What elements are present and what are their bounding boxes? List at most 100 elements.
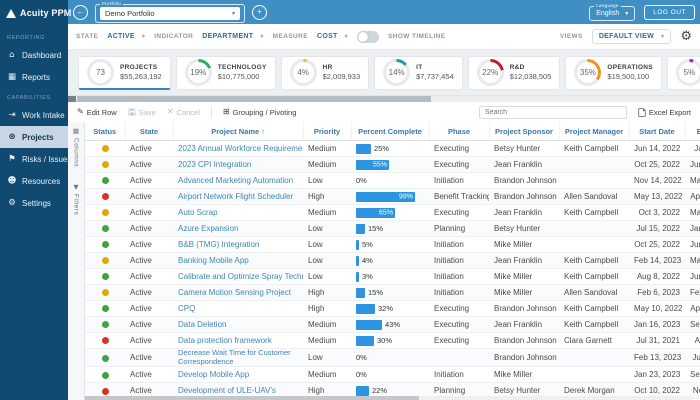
percent-complete-cell[interactable]: 3% — [351, 268, 429, 285]
add-portfolio-button[interactable]: + — [252, 4, 267, 20]
project-name-link[interactable]: CPQ — [173, 300, 303, 317]
start-date-cell[interactable]: Oct 25, 2022 — [629, 156, 685, 173]
project-sponsor-cell[interactable]: Betsy Hunter — [489, 220, 559, 237]
priority-cell[interactable]: Medium — [303, 316, 351, 333]
save-button[interactable]: Save — [128, 108, 156, 117]
state-cell[interactable]: Active — [125, 236, 173, 253]
state-cell[interactable]: Active — [125, 188, 173, 205]
status-cell[interactable] — [85, 332, 125, 349]
table-row[interactable]: Active Banking Mobile App Low 4% Initiation J… — [85, 252, 700, 269]
column-header-status[interactable]: Status — [85, 122, 126, 141]
measure-select[interactable]: COST ▾ — [317, 33, 348, 40]
project-name-link[interactable]: Calibrate and Optimize Spray Technology — [173, 268, 303, 285]
table-row[interactable]: Active Advanced Marketing Automation Low 0%… — [85, 172, 700, 189]
state-cell[interactable]: Active — [125, 284, 173, 301]
views-select[interactable]: DEFAULT VIEW ▾ — [591, 29, 672, 44]
end-date-cell[interactable]: Mar 31, 2023 — [685, 172, 700, 189]
project-manager-cell[interactable] — [559, 348, 629, 368]
project-manager-cell[interactable]: Clara Garnett — [559, 332, 629, 349]
project-name-link[interactable]: Data Deletion — [173, 316, 303, 333]
start-date-cell[interactable]: Jun 14, 2022 — [629, 140, 685, 157]
column-header-project-name[interactable]: Project Name ↑ — [173, 122, 304, 141]
percent-complete-cell[interactable]: 32% — [351, 300, 429, 317]
status-cell[interactable] — [85, 252, 125, 269]
start-date-cell[interactable]: Feb 14, 2023 — [629, 252, 685, 269]
table-row[interactable]: Active CPQ High 32% Executing Brandon Johnson… — [85, 300, 700, 317]
column-header-project-manager[interactable]: Project Manager — [559, 122, 630, 141]
project-manager-cell[interactable] — [559, 220, 629, 237]
state-cell[interactable]: Active — [125, 172, 173, 189]
kpi-card-operations[interactable]: 35% OPERATIONS $19,500,100 — [565, 55, 662, 90]
project-name-link[interactable]: Develop Mobile App — [173, 366, 303, 384]
project-name-link[interactable]: Airport Network Flight Scheduler — [173, 188, 303, 205]
phase-cell[interactable]: Executing — [429, 332, 489, 349]
status-cell[interactable] — [85, 236, 125, 253]
status-cell[interactable] — [85, 348, 125, 368]
phase-cell[interactable]: Initiation — [429, 172, 489, 189]
start-date-cell[interactable]: Jul 15, 2022 — [629, 220, 685, 237]
project-manager-cell[interactable] — [559, 236, 629, 253]
status-cell[interactable] — [85, 316, 125, 333]
column-header-priority[interactable]: Priority — [303, 122, 352, 141]
phase-cell[interactable]: Initiation — [429, 236, 489, 253]
priority-cell[interactable]: Medium — [303, 156, 351, 173]
project-name-link[interactable]: Decrease Wait Time for Customer Correspo… — [173, 348, 303, 368]
end-date-cell[interactable]: Apr 13, 2023 — [685, 188, 700, 205]
end-date-cell[interactable]: Jan 7, 2024 — [685, 140, 700, 157]
kpi-card-hr[interactable]: 4% HR $2,009,933 — [280, 55, 370, 90]
end-date-cell[interactable]: May 16, 2023 — [685, 252, 700, 269]
project-sponsor-cell[interactable]: Mike Miller — [489, 284, 559, 301]
phase-cell[interactable]: Benefit Tracking — [429, 188, 489, 205]
priority-cell[interactable]: Medium — [303, 140, 351, 157]
state-cell[interactable]: Active — [125, 332, 173, 349]
project-name-link[interactable]: Data protection framework — [173, 332, 303, 349]
state-cell[interactable]: Active — [125, 268, 173, 285]
project-name-link[interactable]: Banking Mobile App — [173, 252, 303, 269]
search-input[interactable] — [478, 105, 627, 119]
table-row[interactable]: Active Airport Network Flight Scheduler Hi… — [85, 188, 700, 205]
project-sponsor-cell[interactable]: Betsy Hunter — [489, 140, 559, 157]
column-header-phase[interactable]: Phase — [429, 122, 490, 141]
edit-row-button[interactable]: ✎ Edit Row — [77, 108, 117, 117]
column-header-end-date[interactable]: End Date — [685, 122, 700, 141]
percent-complete-cell[interactable]: 15% — [351, 284, 429, 301]
start-date-cell[interactable]: Feb 6, 2023 — [629, 284, 685, 301]
project-sponsor-cell[interactable]: Mike Miller — [489, 268, 559, 285]
cancel-button[interactable]: ✕ Cancel — [167, 108, 200, 117]
column-header-state[interactable]: State — [125, 122, 174, 141]
table-row[interactable]: ActiveCalibrate and Optimize Spray Techn… — [85, 268, 700, 285]
start-date-cell[interactable]: May 10, 2022 — [629, 300, 685, 317]
start-date-cell[interactable]: Jan 16, 2023 — [629, 316, 685, 333]
grouping-pivoting-button[interactable]: ⊞ Grouping / Pivoting — [223, 108, 297, 117]
end-date-cell[interactable]: Jul 21, 2023 — [685, 348, 700, 368]
project-sponsor-cell[interactable]: Jean Franklin — [489, 316, 559, 333]
state-cell[interactable]: Active — [125, 316, 173, 333]
phase-cell[interactable] — [429, 348, 489, 368]
project-sponsor-cell[interactable]: Jean Franklin — [489, 252, 559, 269]
column-header-project-sponsor[interactable]: Project Sponsor — [489, 122, 560, 141]
table-row[interactable]: Active Data Deletion Medium 43% Executing Jea… — [85, 316, 700, 333]
project-name-link[interactable]: Camera Motion Sensing Project — [173, 284, 303, 301]
percent-complete-cell[interactable]: 15% — [351, 220, 429, 237]
table-row[interactable]: Active B&B (TMG) Integration Low 5% Initiati… — [85, 236, 700, 253]
kpi-card-marketing[interactable]: 5%MARKETING$2,930,200 — [666, 55, 700, 90]
kpi-scrollbar[interactable] — [68, 95, 700, 102]
start-date-cell[interactable]: Feb 13, 2023 — [629, 348, 685, 368]
status-cell[interactable] — [85, 284, 125, 301]
project-name-link[interactable]: 2023 CPI Integration — [173, 156, 303, 173]
priority-cell[interactable]: Low — [303, 172, 351, 189]
table-row[interactable]: Active Auto Scrap Medium 65% Executing Jean F… — [85, 204, 700, 221]
end-date-cell[interactable]: Sep 10, 2023 — [685, 366, 700, 384]
project-sponsor-cell[interactable]: Mike Miller — [489, 236, 559, 253]
kpi-card-rd[interactable]: 22% R&D $12,038,505 — [467, 55, 561, 90]
status-cell[interactable] — [85, 140, 125, 157]
priority-cell[interactable]: High — [303, 188, 351, 205]
end-date-cell[interactable]: Jun 14, 2023 — [685, 268, 700, 285]
status-cell[interactable] — [85, 366, 125, 384]
state-cell[interactable]: Active — [125, 204, 173, 221]
priority-cell[interactable]: High — [303, 284, 351, 301]
sidebar-item-resources[interactable]: ☻ Resources — [0, 170, 68, 192]
state-cell[interactable]: Active — [125, 220, 173, 237]
project-name-link[interactable]: Advanced Marketing Automation — [173, 172, 303, 189]
percent-complete-cell[interactable]: 30% — [351, 332, 429, 349]
